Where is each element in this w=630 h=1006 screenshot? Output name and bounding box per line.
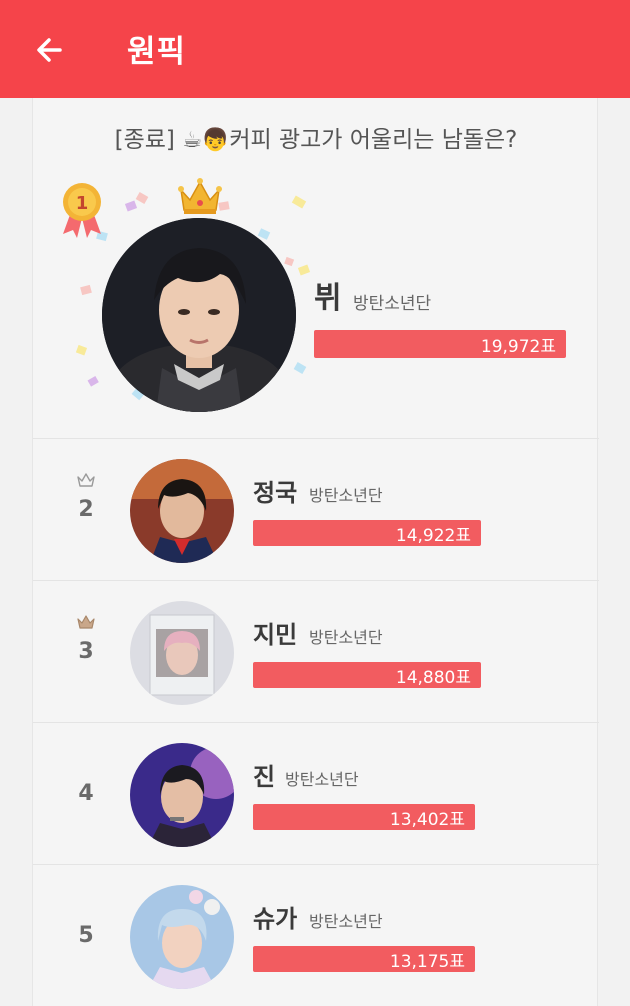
crown-outline-icon — [77, 615, 95, 629]
avatar[interactable] — [130, 885, 234, 989]
page-title: 원픽 — [127, 34, 187, 70]
vote-bar: 13,175표 — [253, 946, 475, 972]
profile-photo — [130, 601, 234, 705]
app-header: 원픽 — [0, 0, 630, 98]
poll-title: [종료] ☕👦커피 광고가 어울리는 남돌은? — [33, 120, 599, 154]
gold-medal-icon: 1 — [63, 183, 101, 238]
rank-2-entry[interactable]: 2 정국 방탄소년단 14,922표 — [33, 438, 599, 580]
rank-number: 2 — [78, 497, 94, 522]
profile-photo — [130, 459, 234, 563]
artist-group: 방탄소년단 — [285, 770, 359, 789]
poll-emoji: ☕👦 — [182, 128, 230, 153]
rank-number: 5 — [78, 923, 94, 948]
artist-group: 방탄소년단 — [309, 628, 383, 647]
vote-count: 13,402표 — [389, 809, 465, 830]
poll-result-card: [종료] ☕👦커피 광고가 어울리는 남돌은? 1 뷔 방탄소년단 19,972… — [32, 98, 599, 1006]
vote-count: 14,922표 — [395, 525, 471, 546]
profile-photo — [102, 218, 296, 412]
crown-icon — [178, 178, 222, 214]
rank-number: 3 — [78, 639, 94, 664]
vote-count: 19,972표 — [480, 336, 556, 357]
avatar[interactable] — [130, 459, 234, 563]
rank-1-entry[interactable]: 1 뷔 방탄소년단 19,972표 — [33, 168, 599, 438]
vote-bar: 14,880표 — [253, 662, 481, 688]
artist-group: 방탄소년단 — [309, 912, 383, 931]
rank-4-entry[interactable]: 4 진 방탄소년단 13,402표 — [33, 722, 599, 864]
vote-count: 13,175표 — [389, 951, 465, 972]
artist-name: 슈가 — [253, 905, 298, 933]
artist-name: 정국 — [253, 479, 298, 507]
artist-name: 뷔 — [314, 281, 342, 316]
vote-count: 14,880표 — [395, 667, 471, 688]
rank-5-entry[interactable]: 5 슈가 방탄소년단 13,175표 — [33, 864, 599, 1006]
vote-bar: 14,922표 — [253, 520, 481, 546]
artist-group: 방탄소년단 — [353, 294, 432, 314]
rank-number: 4 — [78, 781, 94, 806]
avatar[interactable] — [130, 601, 234, 705]
profile-photo — [130, 885, 234, 989]
arrow-left-icon — [37, 38, 62, 62]
artist-name: 진 — [253, 763, 276, 791]
vote-bar: 19,972표 — [314, 330, 566, 358]
svg-text:1: 1 — [76, 193, 89, 214]
vote-bar: 13,402표 — [253, 804, 475, 830]
rank-3-entry[interactable]: 3 지민 방탄소년단 14,880표 — [33, 580, 599, 722]
artist-name: 지민 — [253, 621, 298, 649]
poll-question: 커피 광고가 어울리는 남돌은? — [229, 127, 518, 153]
back-button[interactable] — [30, 30, 70, 70]
poll-status: [종료] — [114, 127, 175, 153]
avatar[interactable] — [130, 743, 234, 847]
profile-photo — [130, 743, 234, 847]
avatar[interactable] — [102, 218, 296, 412]
crown-outline-icon — [77, 473, 95, 487]
artist-group: 방탄소년단 — [309, 486, 383, 505]
